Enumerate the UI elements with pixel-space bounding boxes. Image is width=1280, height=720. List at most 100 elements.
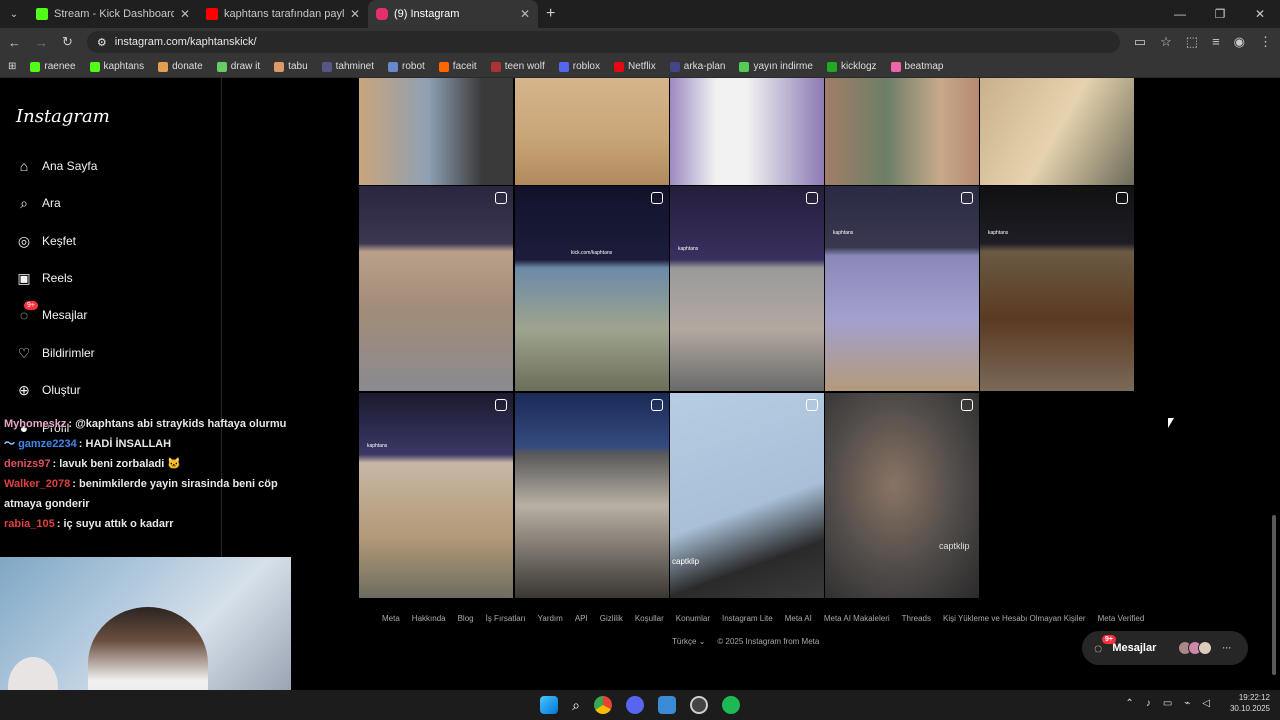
menu-icon[interactable]: ⋮ — [1259, 34, 1272, 50]
footer-link[interactable]: Kişi Yükleme ve Hesabı Olmayan Kişiler — [943, 614, 1086, 623]
reel-thumbnail[interactable]: captklip — [825, 393, 979, 598]
taskbar-clock[interactable]: 19:22:12 30.10.2025 — [1230, 692, 1270, 714]
bookmark-item[interactable]: robot — [388, 61, 425, 72]
reload-icon[interactable]: ↻ — [62, 34, 73, 50]
spotify-icon[interactable] — [721, 696, 740, 714]
language-select[interactable]: Türkçe ⌄ — [672, 637, 705, 646]
post-thumbnail[interactable] — [980, 78, 1134, 185]
nav-messages[interactable]: ◌ 9+ Mesajlar — [16, 301, 87, 323]
chevron-up-icon[interactable]: ⌃ — [1125, 698, 1133, 709]
footer-link[interactable]: Threads — [902, 614, 931, 623]
footer-link[interactable]: Meta AI — [785, 614, 812, 623]
extensions-icon[interactable]: ⬚ — [1186, 34, 1198, 50]
bookmark-item[interactable]: beatmap — [890, 61, 943, 72]
reel-thumbnail[interactable] — [359, 186, 513, 391]
reel-thumbnail[interactable]: kick.com/kaphtans — [515, 186, 669, 391]
bookmark-item[interactable]: kicklogz — [826, 61, 877, 72]
obs-icon[interactable] — [689, 696, 708, 714]
conversation-avatars — [1178, 641, 1213, 655]
bookmark-item[interactable]: draw it — [216, 61, 260, 72]
post-thumbnail[interactable] — [825, 78, 979, 185]
nav-create[interactable]: ⊕ Oluştur — [16, 382, 81, 398]
network-icon[interactable]: ⌁ — [1184, 698, 1190, 709]
new-tab-button[interactable]: + — [546, 5, 555, 23]
search-icon[interactable]: ⌕ — [572, 697, 580, 714]
bookmark-icon — [274, 61, 285, 72]
footer-link[interactable]: İş Fırsatları — [486, 614, 526, 623]
site-info-icon[interactable]: ⚙ — [97, 36, 107, 49]
bookmark-item[interactable]: Netflix — [613, 61, 656, 72]
tab-youtube[interactable]: kaphtans tarafından paylaşılan ... ✕ — [198, 0, 368, 28]
footer-link[interactable]: Koşullar — [635, 614, 664, 623]
footer-link[interactable]: Blog — [458, 614, 474, 623]
footer-link[interactable]: Instagram Lite — [722, 614, 773, 623]
close-tab-icon[interactable]: ✕ — [350, 7, 360, 21]
nav-reels[interactable]: ▣ Reels — [16, 269, 72, 286]
volume-icon[interactable]: ◁ — [1202, 698, 1210, 709]
chat-message: rabia_105: iç suyu attık o kadarr — [4, 518, 174, 530]
instagram-logo[interactable]: Instagram — [16, 106, 110, 127]
bookmark-item[interactable]: tahminet — [321, 61, 374, 72]
forward-icon[interactable]: → — [35, 35, 48, 50]
reel-thumbnail[interactable]: kaphtans — [359, 393, 513, 598]
microphone-icon[interactable]: ♪ — [1146, 698, 1151, 709]
profile-avatar-icon[interactable]: ◉ — [1234, 34, 1245, 50]
footer-link[interactable]: API — [575, 614, 588, 623]
address-bar[interactable]: ⚙ instagram.com/kaphtanskick/ — [86, 31, 1120, 53]
tab-instagram[interactable]: (9) Instagram ✕ — [368, 0, 538, 28]
back-icon[interactable]: ← — [8, 35, 21, 50]
close-tab-icon[interactable]: ✕ — [520, 7, 530, 21]
bookmark-item[interactable]: yayın indirme — [739, 61, 813, 72]
bookmark-item[interactable]: teen wolf — [490, 61, 545, 72]
cast-icon[interactable]: ▭ — [1134, 34, 1146, 50]
bookmark-item[interactable]: faceit — [438, 61, 477, 72]
post-thumbnail[interactable] — [359, 78, 513, 185]
footer-link[interactable]: Gizlilik — [600, 614, 623, 623]
bookmark-item[interactable]: arka-plan — [669, 61, 725, 72]
media-icon[interactable]: ≡ — [1212, 34, 1220, 50]
restore-icon[interactable]: ❐ — [1200, 0, 1240, 28]
tab-kick-dashboard[interactable]: Stream - Kick Dashboard ✕ — [28, 0, 198, 28]
bookmark-icon — [890, 61, 901, 72]
reels-icon: ▣ — [17, 269, 31, 286]
bookmark-item[interactable]: kaphtans — [89, 61, 144, 72]
photos-icon[interactable] — [657, 696, 676, 714]
reel-thumbnail[interactable]: captklip — [670, 393, 824, 598]
bookmark-item[interactable]: tabu — [274, 61, 308, 72]
footer-link[interactable]: Meta Verified — [1098, 614, 1145, 623]
reel-thumbnail[interactable]: kaphtans — [670, 186, 824, 391]
windows-start-icon[interactable] — [540, 696, 559, 714]
instagram-footer-links: Meta Hakkında Blog İş Fırsatları Yardım … — [382, 614, 1144, 623]
apps-icon[interactable]: ⊞ — [8, 61, 16, 72]
plus-icon: ⊕ — [18, 381, 30, 398]
nav-search[interactable]: ⌕ Ara — [16, 195, 61, 211]
display-icon[interactable]: ▭ — [1163, 698, 1172, 709]
footer-link[interactable]: Meta AI Makaleleri — [824, 614, 890, 623]
bookmark-item[interactable]: roblox — [558, 61, 600, 72]
nav-explore[interactable]: ◎ Keşfet — [16, 233, 76, 249]
footer-link[interactable]: Meta — [382, 614, 400, 623]
bookmark-item[interactable]: raenee — [30, 61, 76, 72]
reel-thumbnail[interactable]: kaphtans — [825, 186, 979, 391]
post-thumbnail[interactable] — [515, 78, 669, 185]
reel-thumbnail[interactable] — [515, 393, 669, 598]
chat-message: Walker_2078: benimkilerde yayin sirasind… — [4, 478, 278, 510]
reel-thumbnail[interactable]: kaphtans — [980, 186, 1134, 391]
footer-link[interactable]: Yardım — [538, 614, 563, 623]
bookmark-item[interactable]: donate — [158, 61, 203, 72]
discord-icon[interactable] — [625, 696, 644, 714]
footer-link[interactable]: Konumlar — [676, 614, 710, 623]
chrome-icon[interactable] — [593, 696, 612, 714]
nav-notifications[interactable]: ♡ Bildirimler — [16, 345, 95, 361]
heart-icon: ♡ — [17, 344, 31, 361]
post-thumbnail[interactable] — [670, 78, 824, 185]
page-scrollbar[interactable] — [1272, 515, 1276, 675]
footer-link[interactable]: Hakkında — [412, 614, 446, 623]
tab-search-icon[interactable]: ⌄ — [0, 9, 28, 20]
minimize-icon[interactable]: — — [1160, 0, 1200, 28]
nav-home[interactable]: ⌂ Ana Sayfa — [16, 158, 98, 174]
messages-floating-button[interactable]: ◌ 9+ Mesajlar ··· — [1082, 631, 1248, 665]
close-tab-icon[interactable]: ✕ — [180, 7, 190, 21]
close-window-icon[interactable]: ✕ — [1240, 0, 1280, 28]
bookmark-star-icon[interactable]: ☆ — [1160, 34, 1172, 50]
